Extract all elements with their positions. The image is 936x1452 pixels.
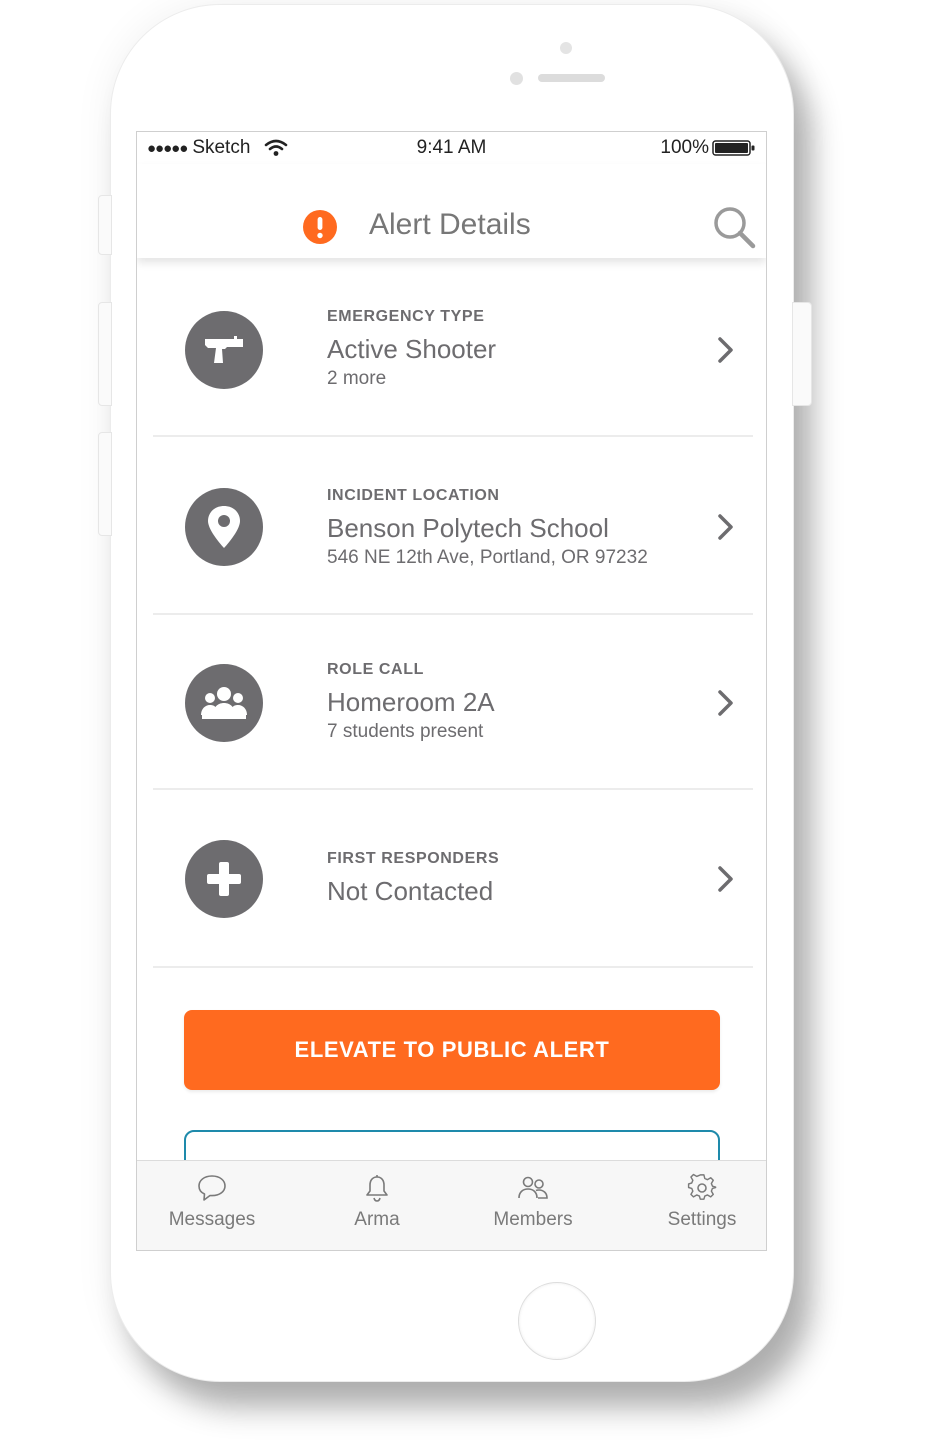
tab-label: Members	[493, 1209, 573, 1230]
row-text: ROLE CALL Homeroom 2A 7 students present	[327, 661, 495, 743]
list-item-role-call[interactable]: ROLE CALL Homeroom 2A 7 students present	[137, 614, 766, 791]
row-subtitle: 546 NE 12th Ave, Portland, OR 97232	[327, 547, 648, 568]
row-value: Not Contacted	[327, 876, 494, 906]
page-title: Alert Details	[369, 208, 531, 241]
row-label: FIRST RESPONDERS	[327, 850, 500, 867]
search-icon[interactable]	[711, 204, 757, 250]
chevron-right-icon	[718, 336, 733, 363]
earpiece-speaker	[538, 74, 605, 82]
people-icon	[518, 1176, 548, 1199]
front-sensor	[560, 42, 572, 54]
tab-bar: Messages Arma Members Settings	[137, 1160, 766, 1250]
gear-icon	[687, 1173, 717, 1200]
tab-label: Settings	[667, 1209, 737, 1230]
divider	[153, 435, 753, 437]
screen: ●●●●● Sketch 9:41 AM 100% Alert Details	[136, 131, 767, 1251]
row-text: FIRST RESPONDERS Not Contacted	[327, 850, 499, 907]
list-item-incident-location[interactable]: INCIDENT LOCATION Benson Polytech School…	[137, 438, 766, 615]
divider	[153, 966, 753, 968]
list-item-first-responders[interactable]: FIRST RESPONDERS Not Contacted	[137, 790, 766, 967]
row-value: Benson Polytech School	[327, 513, 609, 543]
tab-label: Messages	[168, 1209, 256, 1230]
tab-arma[interactable]: Arma	[327, 1161, 427, 1250]
gun-icon	[185, 310, 263, 389]
battery-info: 100%	[660, 137, 756, 159]
row-value: Active Shooter	[327, 334, 497, 364]
nav-bar: Alert Details	[137, 164, 766, 258]
bell-icon	[366, 1175, 388, 1202]
chevron-right-icon	[718, 865, 733, 892]
volume-up-button	[98, 302, 112, 406]
alert-icon	[303, 210, 337, 244]
tab-messages[interactable]: Messages	[157, 1161, 267, 1250]
tab-members[interactable]: Members	[477, 1161, 589, 1250]
home-button[interactable]	[518, 1282, 596, 1360]
row-label: INCIDENT LOCATION	[327, 487, 500, 504]
battery-icon	[712, 140, 755, 156]
row-subtitle: 2 more	[327, 368, 387, 389]
status-bar: ●●●●● Sketch 9:41 AM 100%	[137, 132, 766, 164]
row-label: EMERGENCY TYPE	[327, 308, 485, 325]
row-text: INCIDENT LOCATION Benson Polytech School…	[327, 487, 648, 569]
speech-bubble-icon	[198, 1175, 226, 1201]
front-camera	[510, 72, 523, 85]
volume-down-button	[98, 432, 112, 536]
location-pin-icon	[185, 487, 263, 566]
row-text: EMERGENCY TYPE Active Shooter 2 more	[327, 308, 496, 390]
tab-label: Arma	[354, 1209, 400, 1230]
row-label: ROLE CALL	[327, 661, 424, 678]
battery-percent: 100%	[660, 137, 709, 158]
row-value: Homeroom 2A	[327, 687, 495, 717]
row-subtitle: 7 students present	[327, 721, 484, 742]
chevron-right-icon	[718, 689, 733, 716]
group-icon	[185, 663, 263, 742]
power-button	[792, 302, 812, 406]
mute-switch	[98, 195, 112, 255]
plus-icon	[185, 839, 263, 918]
chevron-right-icon	[718, 513, 733, 540]
list-item-emergency-type[interactable]: EMERGENCY TYPE Active Shooter 2 more	[137, 261, 766, 438]
elevate-public-alert-button[interactable]: ELEVATE TO PUBLIC ALERT	[184, 1010, 720, 1090]
tab-settings[interactable]: Settings	[652, 1161, 752, 1250]
